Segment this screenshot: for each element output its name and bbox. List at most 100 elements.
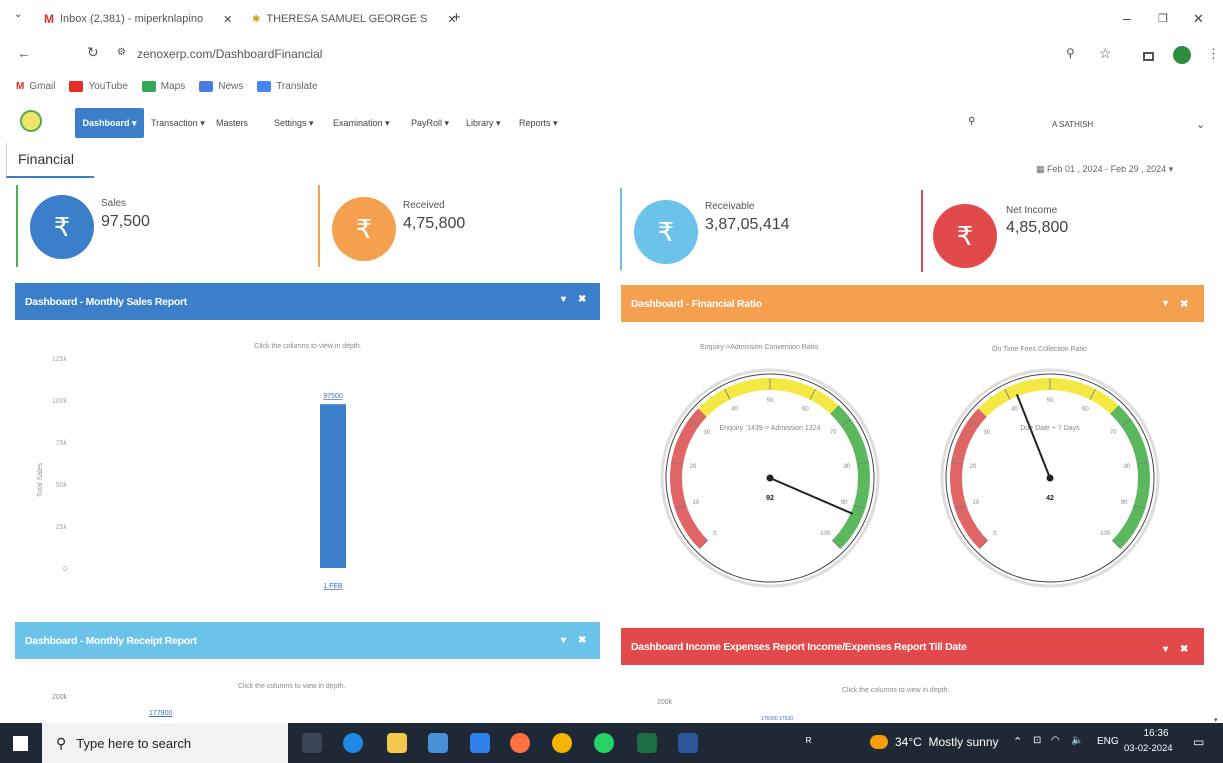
tab-erp[interactable]: ✱ THERESA SAMUEL GEORGE S ✕ bbox=[252, 8, 457, 30]
bookmark-maps[interactable]: Maps bbox=[141, 80, 185, 92]
bar-data-label[interactable]: 177900 bbox=[149, 710, 172, 717]
collapse-icon[interactable]: ▾ bbox=[1163, 644, 1168, 655]
card-label: Sales bbox=[101, 198, 127, 209]
bookmark-star-icon[interactable]: ☆ bbox=[1099, 45, 1112, 62]
word-icon[interactable] bbox=[678, 733, 698, 753]
collapse-icon[interactable]: ▾ bbox=[1163, 298, 1168, 309]
minimize-icon[interactable]: – bbox=[1123, 10, 1131, 26]
nav-payroll[interactable]: PayRoll ▾ bbox=[411, 118, 449, 129]
clock-time[interactable]: 16:36 bbox=[1136, 728, 1176, 739]
search-icon[interactable]: ⚲ bbox=[968, 116, 975, 127]
file-explorer-icon[interactable] bbox=[387, 733, 407, 753]
y-tick-label: 100k bbox=[52, 398, 68, 405]
news-icon bbox=[199, 80, 214, 92]
y-axis-label: Total Sales bbox=[37, 462, 44, 497]
nav-label: PayRoll bbox=[411, 118, 443, 128]
browser-menu-icon[interactable]: ⋮ bbox=[1207, 46, 1220, 62]
sales-bar[interactable] bbox=[320, 404, 346, 568]
close-icon[interactable]: ✖ bbox=[1180, 644, 1188, 655]
gauge-tick-label: 20 bbox=[970, 464, 977, 470]
site-settings-icon[interactable]: ⚙ bbox=[117, 47, 126, 58]
bookmark-gmail[interactable]: M Gmail bbox=[16, 81, 55, 92]
nav-masters[interactable]: Masters bbox=[216, 118, 248, 128]
close-window-icon[interactable]: ✕ bbox=[1193, 11, 1204, 27]
edge-icon[interactable] bbox=[343, 733, 363, 753]
zoom-icon[interactable]: ⚲ bbox=[1066, 46, 1075, 60]
windows-start-icon[interactable] bbox=[13, 736, 28, 751]
collapse-icon[interactable]: ▾ bbox=[561, 294, 566, 305]
user-menu-chevron-icon[interactable]: ⌄ bbox=[1196, 118, 1205, 131]
restore-icon[interactable]: ❐ bbox=[1158, 12, 1168, 25]
gauge-tick-label: 80 bbox=[844, 464, 851, 470]
close-icon[interactable]: ✖ bbox=[578, 294, 586, 305]
volume-icon[interactable]: 🔈 bbox=[1071, 735, 1083, 746]
bookmark-news[interactable]: News bbox=[199, 80, 244, 92]
nav-settings[interactable]: Settings ▾ bbox=[274, 118, 314, 129]
gauge-value: 42 bbox=[1046, 495, 1054, 502]
tab-list-chevron-icon[interactable]: ⌄ bbox=[14, 9, 22, 20]
weather-text[interactable]: 34°C Mostly sunny bbox=[895, 735, 999, 749]
school-logo[interactable] bbox=[20, 110, 42, 132]
wifi-icon[interactable]: ◠ bbox=[1051, 735, 1060, 746]
gauge-tick-label: 10 bbox=[972, 500, 979, 506]
rupee-icon: ₹ bbox=[30, 195, 94, 259]
bar-data-label[interactable]: 97500 bbox=[323, 393, 343, 400]
gauge-tick-label: 50 bbox=[1047, 398, 1054, 404]
gauge-tick-label: 30 bbox=[704, 430, 711, 436]
chrome-icon[interactable] bbox=[552, 733, 572, 753]
nav-label: Transaction bbox=[151, 118, 198, 128]
notification-icon[interactable]: ▭ bbox=[1193, 735, 1204, 749]
nav-dashboard[interactable]: Dashboard ▾ bbox=[75, 108, 144, 138]
excel-icon[interactable] bbox=[637, 733, 657, 753]
bookmark-translate[interactable]: Translate bbox=[257, 80, 318, 92]
profile-avatar-icon[interactable] bbox=[1173, 46, 1191, 64]
financial-ratio-panel-header: Dashboard - Financial Ratio bbox=[621, 285, 1204, 322]
close-icon[interactable]: ✖ bbox=[1180, 299, 1188, 310]
firefox-icon[interactable] bbox=[510, 733, 530, 753]
nav-reports[interactable]: Reports ▾ bbox=[519, 118, 558, 129]
user-name[interactable]: A SATHISH bbox=[1052, 120, 1093, 129]
url-field[interactable]: zenoxerp.com/DashboardFinancial bbox=[137, 47, 322, 61]
bookmark-label: YouTube bbox=[88, 80, 128, 92]
bar-data-label-text: 17530 bbox=[779, 716, 793, 722]
whatsapp-icon[interactable] bbox=[594, 733, 614, 753]
conversion-ratio-gauge: 0102030405060708090100Enquiry :1439-> Ad… bbox=[660, 368, 880, 588]
search-icon: ⚲ bbox=[56, 734, 67, 751]
close-icon[interactable]: ✕ bbox=[223, 13, 232, 26]
side-panel-icon[interactable] bbox=[1143, 52, 1154, 61]
x-tick-label[interactable]: 1 FEB bbox=[323, 583, 343, 590]
bar-data-label[interactable]: 176500 17530 bbox=[761, 716, 793, 722]
clock-date[interactable]: 03-02-2024 bbox=[1124, 743, 1173, 754]
taskbar-search-box[interactable]: ⚲ Type here to search bbox=[42, 723, 288, 763]
reload-icon[interactable]: ↻ bbox=[87, 44, 99, 61]
language-indicator[interactable]: ENG bbox=[1097, 736, 1119, 747]
rupee-icon: ₹ bbox=[634, 200, 698, 264]
tray-chevron-icon[interactable]: ⌃ bbox=[1013, 735, 1022, 748]
gauge-subtitle: Enquiry :1439-> Admission 1324 bbox=[720, 425, 821, 432]
gauge-value: 92 bbox=[766, 495, 774, 502]
network-icon[interactable]: ⊡ bbox=[1033, 735, 1041, 746]
back-icon[interactable]: ← bbox=[17, 45, 31, 61]
y-tick: 200k bbox=[52, 694, 68, 701]
nav-label: Library bbox=[466, 118, 494, 128]
mail-icon[interactable] bbox=[470, 733, 490, 753]
panel-title: Dashboard - Monthly Receipt Report bbox=[25, 634, 197, 647]
date-range-label: Feb 01 , 2024 - Feb 29 , 2024 bbox=[1047, 164, 1167, 174]
store-icon[interactable] bbox=[428, 733, 448, 753]
nav-examination[interactable]: Examination ▾ bbox=[333, 118, 390, 129]
bookmark-youtube[interactable]: YouTube bbox=[69, 80, 128, 92]
people-icon[interactable]: ᴿ bbox=[806, 735, 811, 749]
panel-title: Dashboard Income Expenses Report Income/… bbox=[631, 640, 967, 653]
close-icon[interactable]: ✖ bbox=[578, 635, 586, 646]
task-view-icon[interactable] bbox=[302, 733, 322, 753]
date-range-picker[interactable]: ▦ Feb 01 , 2024 - Feb 29 , 2024 ▾ bbox=[1036, 164, 1173, 175]
tab-gmail[interactable]: M Inbox (2,381) - miperknlapino ✕ bbox=[44, 8, 232, 30]
nav-label: Reports bbox=[519, 118, 551, 128]
bookmark-label: News bbox=[218, 80, 244, 92]
new-tab-icon[interactable]: + bbox=[452, 9, 461, 26]
nav-library[interactable]: Library ▾ bbox=[466, 118, 501, 129]
collapse-icon[interactable]: ▾ bbox=[561, 635, 566, 646]
nav-transaction[interactable]: Transaction ▾ bbox=[151, 118, 205, 129]
y-tick-label: 125k bbox=[52, 356, 68, 363]
card-value: 4,75,800 bbox=[403, 215, 466, 232]
